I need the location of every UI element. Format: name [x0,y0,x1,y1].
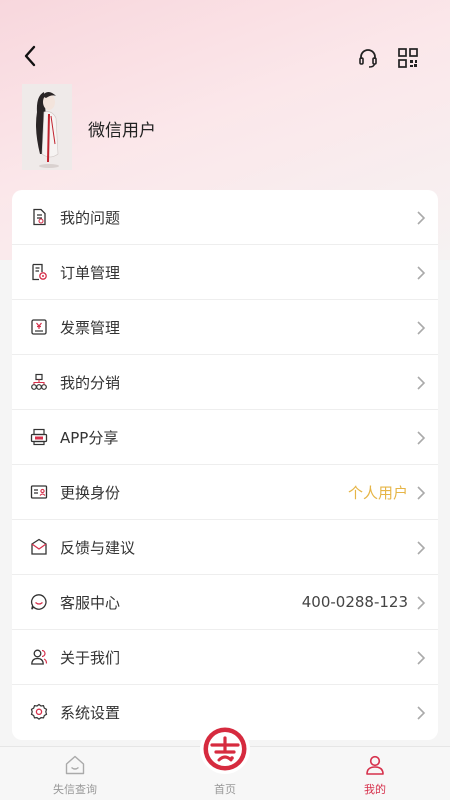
menu-item-my-distribution[interactable]: 我的分销 [12,355,438,410]
menu-item-about-us[interactable]: 关于我们 [12,630,438,685]
menu-list: 我的问题 订单管理 发票管理 我的分销 APP分享 更换身份 个人用户 反馈与建… [12,190,438,740]
menu-item-label: 订单管理 [60,263,121,282]
chevron-right-icon [417,706,426,720]
person-icon [366,755,384,775]
id-card-icon [30,485,48,499]
invoice-icon [31,319,47,335]
chevron-right-icon [417,596,426,610]
username: 微信用户 [88,121,156,141]
menu-item-label: 我的分销 [60,373,121,392]
menu-item-app-share[interactable]: APP分享 [12,410,438,465]
chat-bubble-icon [31,594,47,610]
house-icon [65,755,85,775]
menu-item-my-questions[interactable]: 我的问题 [12,190,438,245]
order-doc-icon [32,263,47,281]
tab-mine[interactable]: 我的 [335,747,415,800]
chevron-right-icon [417,651,426,665]
distribution-icon [31,373,47,390]
menu-item-label: 反馈与建议 [60,538,136,557]
headset-icon [359,49,377,68]
menu-item-label: 我的问题 [60,208,121,227]
chevron-right-icon [417,211,426,225]
brand-logo-icon [203,727,247,771]
menu-item-label: 更换身份 [60,483,121,502]
menu-item-switch-identity[interactable]: 更换身份 个人用户 [12,465,438,520]
menu-item-label: 客服中心 [60,593,121,612]
users-icon [31,649,48,665]
chevron-right-icon [417,266,426,280]
chevron-left-icon [24,45,36,67]
tab-label: 首页 [214,783,236,796]
home-logo-button[interactable] [200,724,250,774]
tab-credit-query[interactable]: 失信查询 [35,747,115,800]
hotline-number[interactable]: 400-0288-123 [302,593,408,611]
chevron-right-icon [417,431,426,445]
back-button[interactable] [18,42,42,70]
chevron-right-icon [417,321,426,335]
menu-item-label: 发票管理 [60,318,121,337]
chevron-right-icon [417,486,426,500]
avatar-illustration [22,84,72,170]
chevron-right-icon [417,376,426,390]
avatar[interactable] [22,84,72,170]
tab-label: 失信查询 [53,783,97,796]
envelope-icon [31,538,47,555]
menu-item-invoice-management[interactable]: 发票管理 [12,300,438,355]
menu-item-order-management[interactable]: 订单管理 [12,245,438,300]
qr-code-icon [398,48,418,68]
current-identity-value: 个人用户 [347,483,408,502]
menu-item-service-center[interactable]: 客服中心 400-0288-123 [12,575,438,630]
customer-support-button[interactable] [356,46,380,70]
user-profile: 微信用户 [22,84,422,170]
chevron-right-icon [417,541,426,555]
share-device-icon [30,428,48,446]
question-doc-icon [33,208,46,226]
qr-code-button[interactable] [396,46,420,70]
menu-item-feedback[interactable]: 反馈与建议 [12,520,438,575]
menu-item-label: APP分享 [60,428,119,447]
menu-item-label: 系统设置 [60,704,121,722]
gear-icon [30,703,48,720]
tab-label: 我的 [364,783,386,796]
top-bar [0,40,450,72]
menu-item-label: 关于我们 [60,648,121,667]
